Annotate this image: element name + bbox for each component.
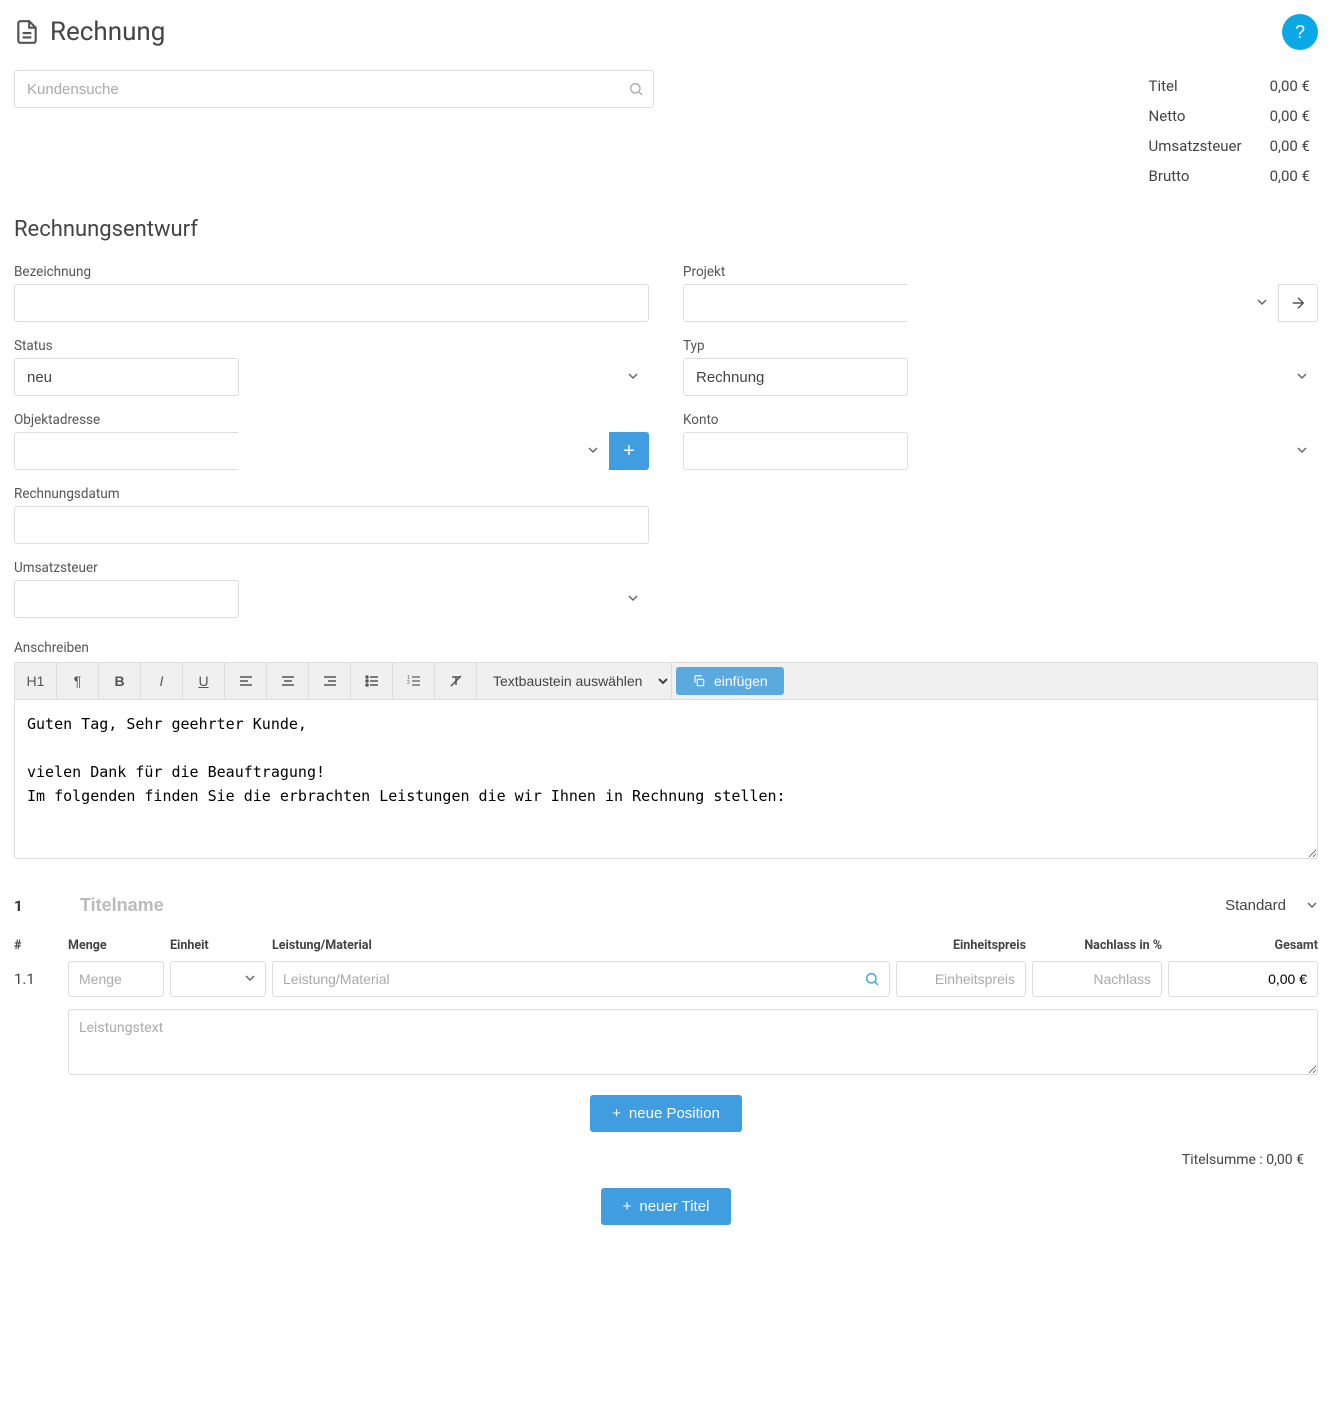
draft-heading: Rechnungsentwurf bbox=[14, 217, 1318, 242]
page-title: Rechnung bbox=[50, 17, 165, 47]
clear-format-icon bbox=[448, 673, 464, 689]
projekt-select[interactable] bbox=[683, 284, 907, 322]
totals-table: Titel0,00 € Netto0,00 € Umsatzsteuer0,00… bbox=[1141, 70, 1318, 192]
numbered-list-button[interactable]: 12 bbox=[393, 663, 435, 699]
umsatzsteuer-label: Umsatzsteuer bbox=[14, 560, 649, 576]
copy-icon bbox=[692, 674, 706, 688]
bold-button[interactable]: B bbox=[99, 663, 141, 699]
chevron-down-icon bbox=[1256, 294, 1268, 312]
projekt-open-button[interactable] bbox=[1278, 284, 1318, 322]
status-select[interactable] bbox=[14, 358, 239, 396]
editor-toolbar: H1 ¶ B I U 12 Textbaustein auswählen ein… bbox=[14, 662, 1318, 699]
objektadresse-select[interactable] bbox=[14, 432, 238, 470]
anschreiben-label: Anschreiben bbox=[14, 640, 1318, 656]
bezeichnung-label: Bezeichnung bbox=[14, 264, 649, 280]
objektadresse-label: Objektadresse bbox=[14, 412, 649, 428]
chevron-down-icon bbox=[627, 590, 639, 608]
konto-label: Konto bbox=[683, 412, 1318, 428]
rechnungsdatum-input[interactable] bbox=[14, 506, 649, 544]
italic-icon: I bbox=[160, 673, 164, 689]
align-right-button[interactable] bbox=[309, 663, 351, 699]
title-type-select[interactable]: Standard bbox=[1221, 893, 1318, 918]
chevron-down-icon bbox=[1296, 442, 1308, 460]
leistung-input[interactable] bbox=[272, 961, 890, 997]
menge-input[interactable] bbox=[68, 961, 164, 997]
chevron-down-icon bbox=[1296, 368, 1308, 386]
line-item-row: 1.1 bbox=[14, 961, 1318, 1075]
konto-select[interactable] bbox=[683, 432, 908, 470]
einheit-select[interactable] bbox=[170, 961, 266, 997]
align-right-icon bbox=[322, 673, 338, 689]
chevron-down-icon bbox=[587, 442, 599, 460]
anschreiben-editor[interactable] bbox=[14, 699, 1318, 859]
titelsumme: Titelsumme : 0,00 € bbox=[28, 1152, 1304, 1168]
textblock-select[interactable]: Textbaustein auswählen bbox=[477, 663, 672, 699]
bullet-list-icon bbox=[364, 673, 380, 689]
clear-format-button[interactable] bbox=[435, 663, 477, 699]
help-button[interactable]: ? bbox=[1282, 14, 1318, 50]
arrow-right-icon bbox=[1289, 294, 1307, 312]
line-item-headers: # Menge Einheit Leistung/Material Einhei… bbox=[14, 934, 1318, 961]
align-left-icon bbox=[238, 673, 254, 689]
nachlass-input[interactable] bbox=[1032, 961, 1162, 997]
align-left-button[interactable] bbox=[225, 663, 267, 699]
search-icon bbox=[628, 81, 644, 97]
paragraph-button[interactable]: ¶ bbox=[57, 663, 99, 699]
umsatzsteuer-select[interactable] bbox=[14, 580, 239, 618]
bullet-list-button[interactable] bbox=[351, 663, 393, 699]
italic-button[interactable]: I bbox=[141, 663, 183, 699]
title-number: 1 bbox=[14, 897, 62, 915]
leistungstext-textarea[interactable] bbox=[68, 1009, 1318, 1075]
numbered-list-icon: 12 bbox=[406, 673, 422, 689]
status-label: Status bbox=[14, 338, 649, 354]
insert-textblock-button[interactable]: einfügen bbox=[676, 667, 784, 695]
search-icon bbox=[864, 971, 880, 987]
new-title-button[interactable]: + neuer Titel bbox=[601, 1188, 732, 1225]
plus-icon: + bbox=[623, 1198, 632, 1215]
bezeichnung-input[interactable] bbox=[14, 284, 649, 322]
document-icon bbox=[14, 19, 40, 45]
underline-button[interactable]: U bbox=[183, 663, 225, 699]
align-center-icon bbox=[280, 673, 296, 689]
align-center-button[interactable] bbox=[267, 663, 309, 699]
rechnungsdatum-label: Rechnungsdatum bbox=[14, 486, 649, 502]
svg-text:2: 2 bbox=[407, 680, 410, 686]
plus-icon: + bbox=[612, 1105, 621, 1122]
projekt-label: Projekt bbox=[683, 264, 1318, 280]
underline-icon: U bbox=[198, 673, 208, 689]
gesamt-output bbox=[1168, 961, 1318, 997]
customer-search-input[interactable] bbox=[14, 70, 654, 108]
bold-icon: B bbox=[114, 673, 124, 689]
position-number: 1.1 bbox=[14, 970, 62, 988]
typ-label: Typ bbox=[683, 338, 1318, 354]
new-position-button[interactable]: + neue Position bbox=[590, 1095, 742, 1132]
typ-select[interactable] bbox=[683, 358, 908, 396]
einheitspreis-input[interactable] bbox=[896, 961, 1026, 997]
h1-button[interactable]: H1 bbox=[15, 663, 57, 699]
chevron-down-icon bbox=[627, 368, 639, 386]
pilcrow-icon: ¶ bbox=[74, 673, 82, 689]
title-name-input[interactable] bbox=[80, 891, 780, 920]
plus-icon: + bbox=[623, 440, 635, 463]
add-address-button[interactable]: + bbox=[609, 432, 649, 470]
